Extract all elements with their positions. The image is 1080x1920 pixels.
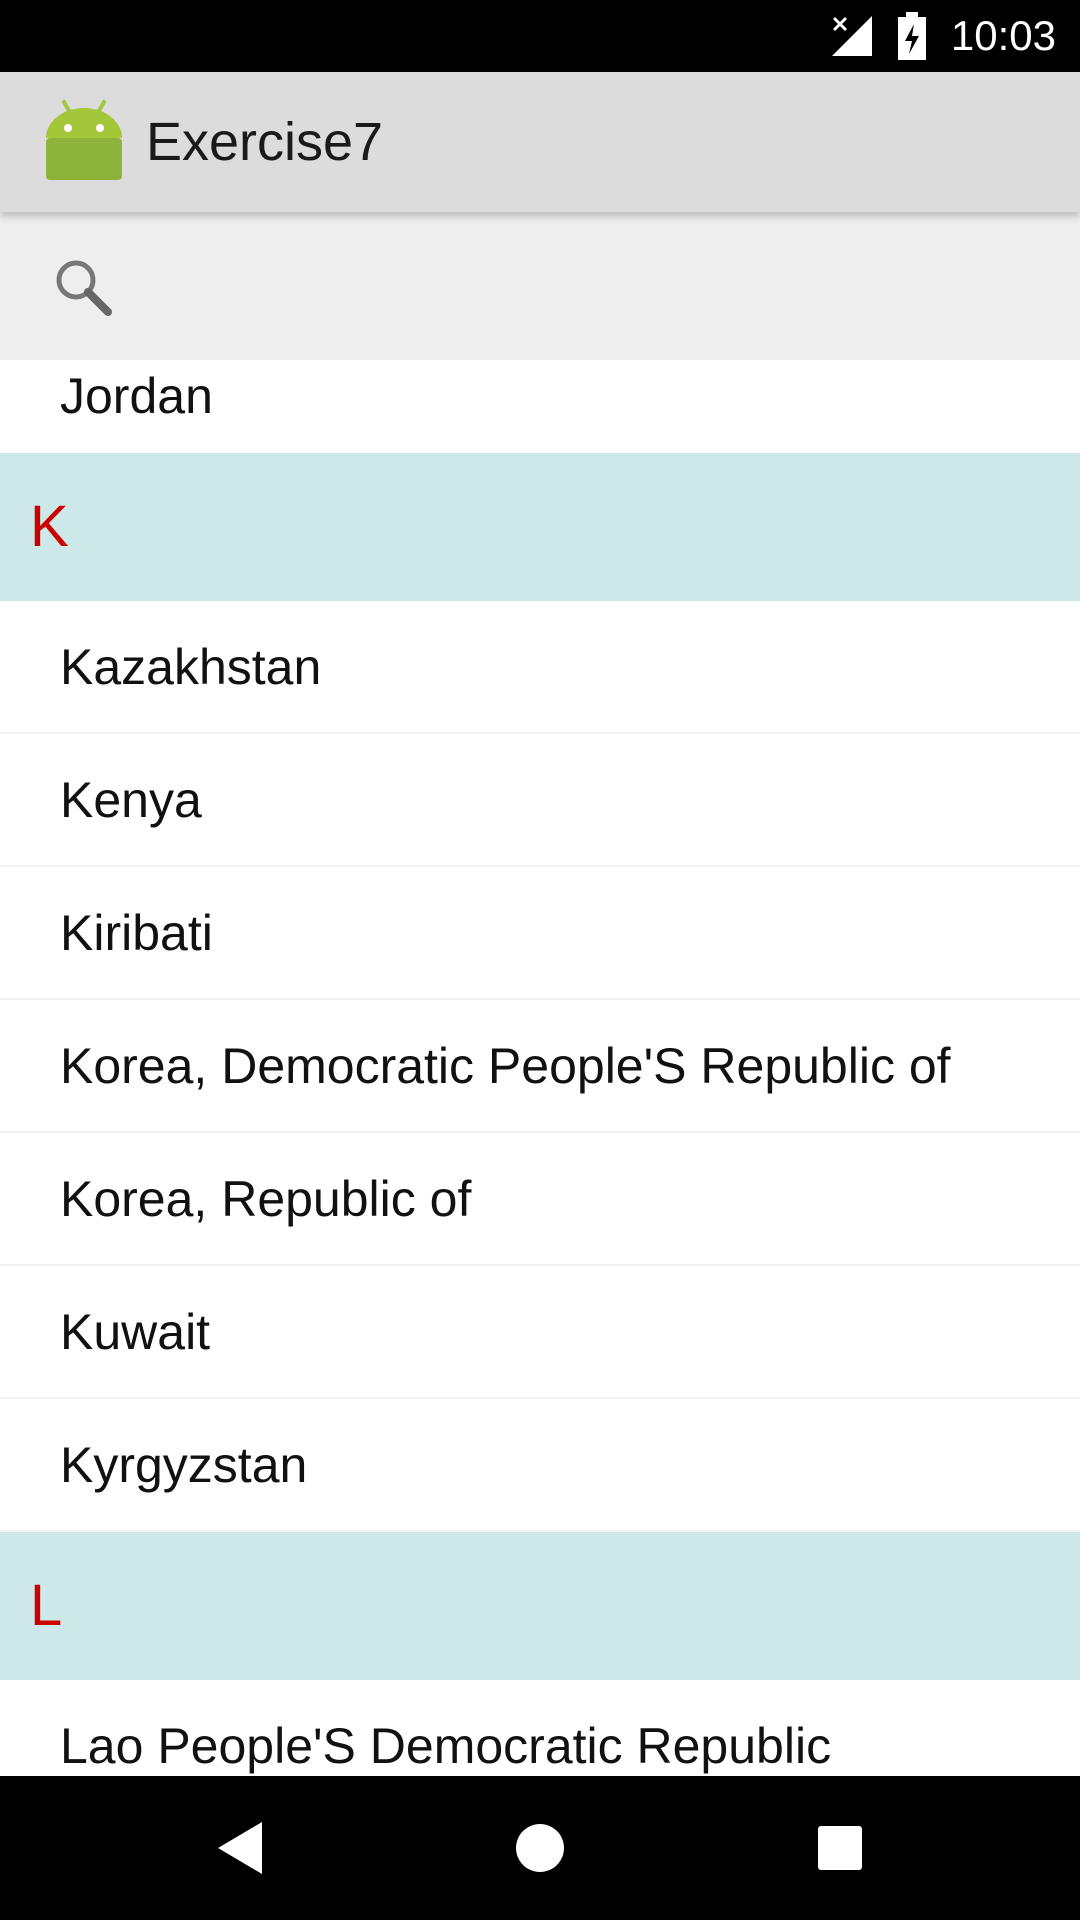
section-letter: L — [30, 1573, 63, 1638]
home-icon[interactable] — [504, 1812, 576, 1884]
list-item-label: Kyrgyzstan — [60, 1437, 308, 1493]
back-icon[interactable] — [204, 1812, 276, 1884]
list-item[interactable]: Lao People'S Democratic Republic — [0, 1680, 1080, 1776]
list-item[interactable]: Korea, Democratic People'S Republic of — [0, 1000, 1080, 1133]
app-title: Exercise7 — [146, 112, 384, 172]
list-item[interactable]: Kenya — [0, 734, 1080, 867]
status-time: 10:03 — [950, 12, 1056, 59]
section-letter: K — [30, 494, 69, 559]
list-item[interactable]: Kiribati — [0, 867, 1080, 1000]
status-bar: 10:03 — [0, 0, 1080, 72]
country-list[interactable]: Jordan K Kazakhstan Kenya Kiribati Korea… — [0, 360, 1080, 1776]
list-item[interactable]: Kyrgyzstan — [0, 1399, 1080, 1532]
list-item-label: Kuwait — [60, 1304, 211, 1360]
search-icon[interactable] — [52, 256, 114, 318]
search-bar — [0, 212, 1080, 360]
search-input[interactable] — [132, 248, 1036, 326]
section-header: L — [0, 1532, 1080, 1680]
signal-off-icon — [831, 15, 872, 56]
navigation-bar — [0, 1776, 1080, 1920]
list-item-label: Jordan — [60, 368, 213, 424]
recents-icon[interactable] — [804, 1812, 876, 1884]
list-item-label: Kenya — [60, 772, 202, 828]
list-item[interactable]: Korea, Republic of — [0, 1133, 1080, 1266]
list-item-label: Kazakhstan — [60, 639, 322, 695]
section-header: K — [0, 453, 1080, 601]
list-item[interactable]: Kazakhstan — [0, 601, 1080, 734]
list-item-label: Korea, Republic of — [60, 1171, 472, 1227]
list-item-label: Korea, Democratic People'S Republic of — [60, 1038, 951, 1094]
android-robot-icon — [46, 100, 122, 180]
battery-charging-icon — [898, 12, 926, 60]
list-item-label: Kiribati — [60, 905, 213, 961]
app-bar: Exercise7 — [0, 72, 1080, 212]
list-item[interactable]: Kuwait — [0, 1266, 1080, 1399]
list-item-label: Lao People'S Democratic Republic — [60, 1718, 832, 1774]
list-item[interactable]: Jordan — [0, 360, 1080, 463]
